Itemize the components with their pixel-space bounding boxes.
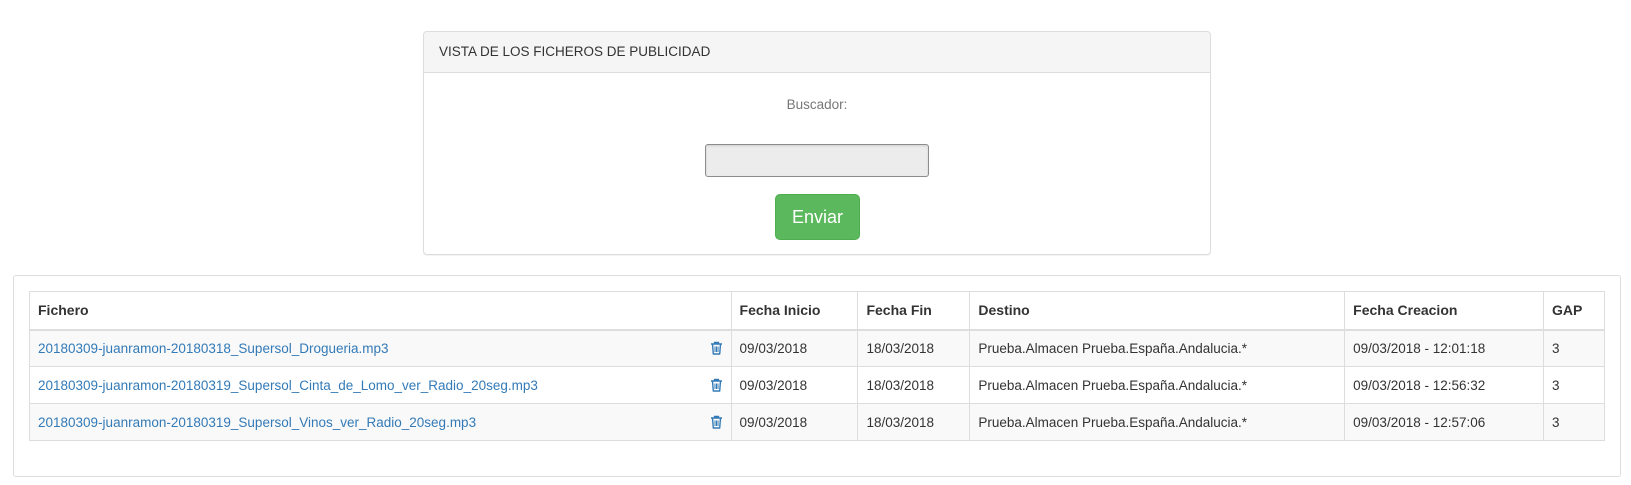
trash-icon[interactable] [710,415,723,429]
column-header-start-date: Fecha Inicio [730,291,859,331]
file-cell: 20180309-juanramon-20180318_Supersol_Dro… [29,329,732,367]
file-link[interactable]: 20180309-juanramon-20180318_Supersol_Dro… [38,341,389,356]
file-cell: 20180309-juanramon-20180319_Supersol_Cin… [29,366,732,404]
start-date-cell: 09/03/2018 [730,329,859,367]
column-header-destination: Destino [969,291,1346,331]
column-header-gap: GAP [1543,291,1605,331]
start-date-cell: 09/03/2018 [730,403,859,441]
end-date-cell: 18/03/2018 [857,366,971,404]
panel-title: VISTA DE LOS FICHEROS DE PUBLICIDAD [424,32,1210,73]
destination-cell: Prueba.Almacen Prueba.España.Andalucia.* [969,403,1346,441]
results-panel: Fichero Fecha Inicio Fecha Fin Destino F… [13,275,1621,477]
search-label: Buscador: [786,97,848,112]
gap-cell: 3 [1543,329,1605,367]
start-date-cell: 09/03/2018 [730,366,859,404]
table-row: 20180309-juanramon-20180319_Supersol_Vin… [29,403,1605,441]
search-input[interactable] [705,144,929,177]
destination-cell: Prueba.Almacen Prueba.España.Andalucia.* [969,329,1346,367]
created-cell: 09/03/2018 - 12:01:18 [1344,329,1545,367]
table-row: 20180309-juanramon-20180319_Supersol_Cin… [29,366,1605,404]
search-panel: VISTA DE LOS FICHEROS DE PUBLICIDAD Busc… [423,31,1211,255]
search-form: Buscador: Enviar [424,73,1210,255]
created-cell: 09/03/2018 - 12:56:32 [1344,366,1545,404]
table-row: 20180309-juanramon-20180318_Supersol_Dro… [29,329,1605,367]
destination-cell: Prueba.Almacen Prueba.España.Andalucia.* [969,366,1346,404]
file-link[interactable]: 20180309-juanramon-20180319_Supersol_Cin… [38,378,538,393]
column-header-created: Fecha Creacion [1344,291,1545,331]
gap-cell: 3 [1543,366,1605,404]
file-cell: 20180309-juanramon-20180319_Supersol_Vin… [29,403,732,441]
file-link[interactable]: 20180309-juanramon-20180319_Supersol_Vin… [38,415,476,430]
column-header-end-date: Fecha Fin [857,291,971,331]
created-cell: 09/03/2018 - 12:57:06 [1344,403,1545,441]
trash-icon[interactable] [710,341,723,355]
files-table: Fichero Fecha Inicio Fecha Fin Destino F… [29,291,1605,441]
gap-cell: 3 [1543,403,1605,441]
end-date-cell: 18/03/2018 [857,329,971,367]
trash-icon[interactable] [710,378,723,392]
table-header-row: Fichero Fecha Inicio Fecha Fin Destino F… [29,291,1605,331]
column-header-file: Fichero [29,291,732,331]
end-date-cell: 18/03/2018 [857,403,971,441]
submit-button[interactable]: Enviar [775,194,860,240]
